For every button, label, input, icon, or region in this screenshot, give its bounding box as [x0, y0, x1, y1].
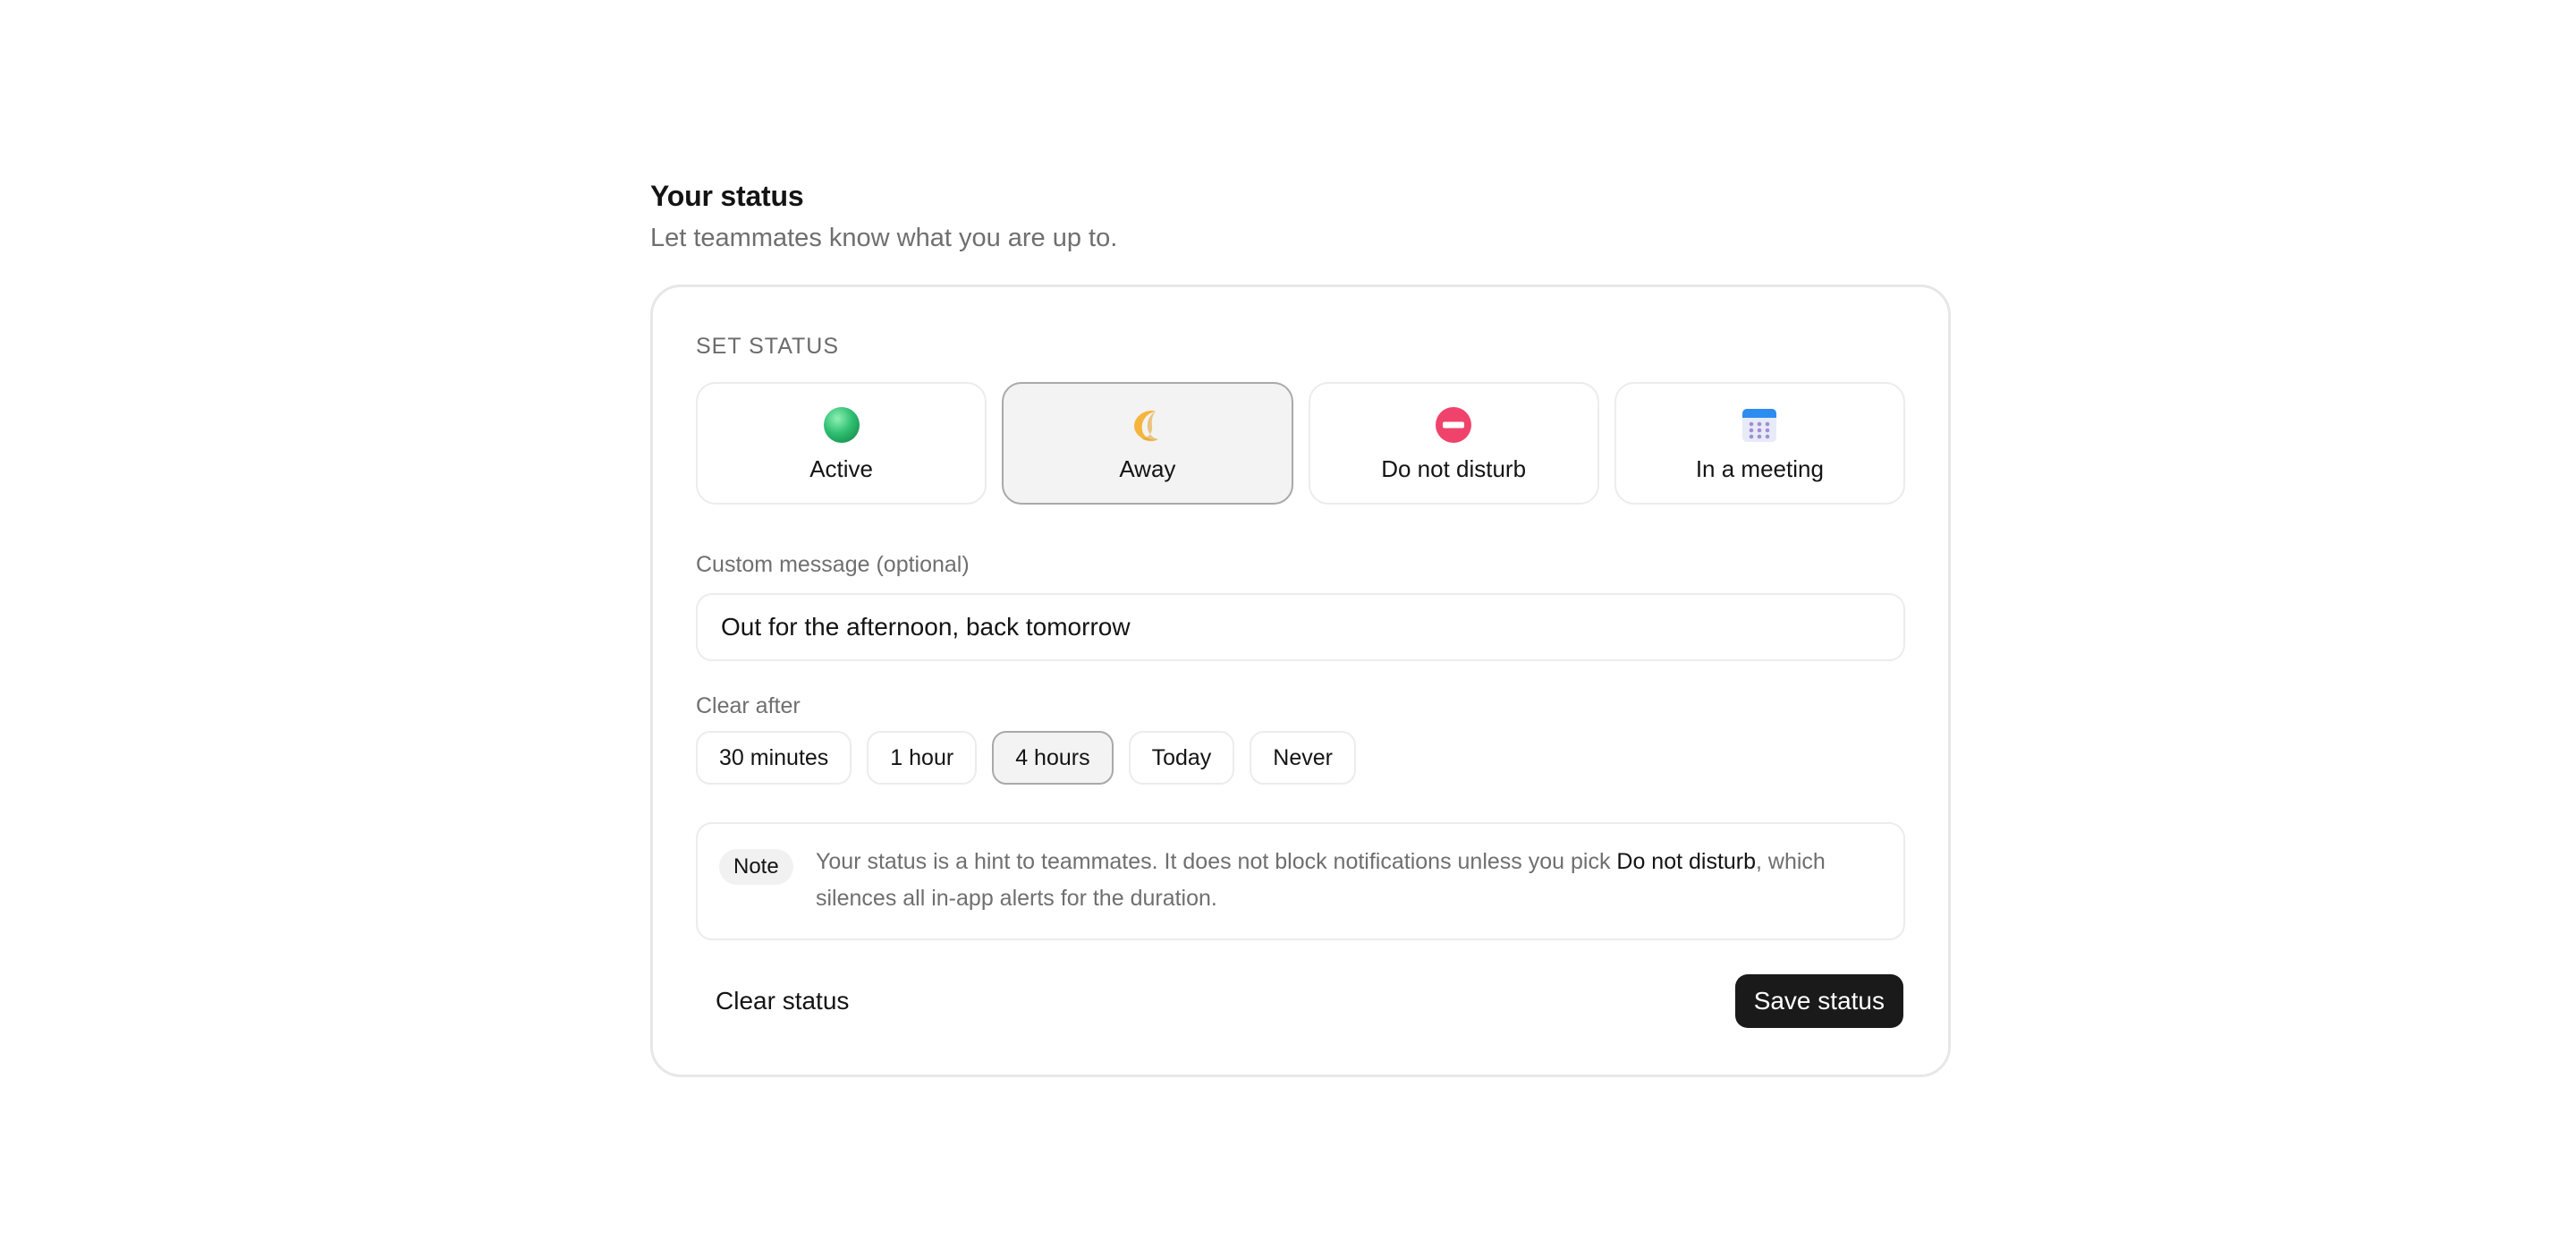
status-option-in-a-meeting[interactable]: In a meeting [1614, 382, 1905, 505]
clear-after-4-hours[interactable]: 4 hours [992, 731, 1114, 785]
status-option-label: Away [1119, 455, 1176, 482]
status-option-active[interactable]: Active [696, 382, 987, 505]
clear-after-label: Clear after [696, 693, 801, 718]
custom-message-label: Custom message (optional) [696, 552, 970, 577]
note-box: Note Your status is a hint to teammates.… [696, 822, 1905, 940]
clear-after-30-minutes[interactable]: 30 minutes [696, 731, 852, 785]
status-option-label: In a meeting [1695, 455, 1824, 482]
note-text: Your status is a hint to teammates. It d… [816, 844, 1880, 917]
custom-message-input[interactable] [696, 593, 1905, 661]
status-options: Active Away Do not disturb In a meeting [696, 382, 1905, 505]
clear-after-options: 30 minutes 1 hour 4 hours Today Never [696, 731, 1356, 785]
calendar-icon [1740, 405, 1779, 445]
page-subtitle: Let teammates know what you are up to. [650, 224, 1118, 252]
note-text-before: Your status is a hint to teammates. It d… [816, 849, 1617, 874]
status-option-do-not-disturb[interactable]: Do not disturb [1308, 382, 1599, 505]
status-card: SET STATUS Active Away Do not disturb In… [650, 285, 1951, 1077]
clear-after-never[interactable]: Never [1250, 731, 1356, 785]
note-badge: Note [719, 849, 793, 885]
clear-after-1-hour[interactable]: 1 hour [867, 731, 978, 785]
no-entry-icon [1434, 405, 1473, 445]
note-text-emphasis: Do not disturb [1616, 849, 1757, 874]
status-panel: Your status Let teammates know what you … [650, 177, 1951, 1077]
save-status-button[interactable]: Save status [1734, 974, 1903, 1028]
clear-after-today[interactable]: Today [1128, 731, 1235, 785]
status-option-label: Active [809, 455, 874, 482]
clear-status-button[interactable]: Clear status [696, 974, 869, 1028]
status-option-label: Do not disturb [1381, 455, 1527, 482]
page-title: Your status [650, 180, 804, 212]
crescent-moon-icon [1128, 405, 1167, 445]
status-option-away[interactable]: Away [1002, 382, 1293, 505]
green-dot-icon [822, 405, 861, 445]
set-status-label: SET STATUS [696, 334, 840, 359]
